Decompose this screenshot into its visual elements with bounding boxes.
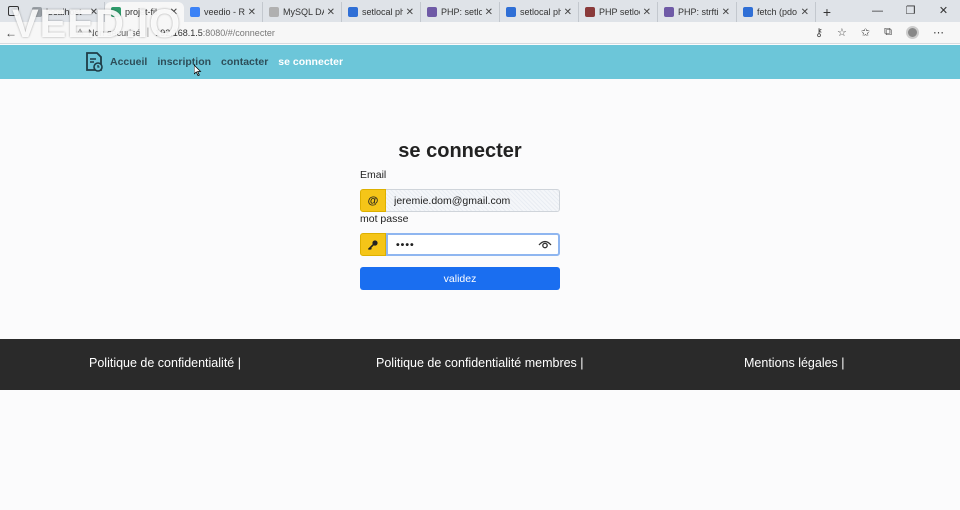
nav-link-accueil[interactable]: Accueil [110,56,147,68]
minimize-icon[interactable]: — [861,0,894,22]
tab-label: PHP: strfti [678,7,719,17]
tab-label: fetch (pdo [757,7,798,17]
tab-favicon-icon [743,7,753,17]
close-tab-icon[interactable]: ✕ [248,7,256,18]
site-navbar: Accueil inscription contacter se connect… [0,45,960,79]
password-wrapper [386,233,560,256]
url-path: :8080/#/connecter [202,27,275,38]
email-label: Email [360,169,387,181]
tab-favicon-icon [190,7,200,17]
close-tab-icon[interactable]: ✕ [90,7,98,18]
tab-favicon-icon [664,7,674,17]
collections-icon[interactable]: ⧉ [884,26,892,39]
nav-link-inscription[interactable]: inscription [157,56,211,68]
browser-tab[interactable]: PHP setloc ✕ [579,2,658,22]
browser-tab[interactable]: PHP: strfti ✕ [658,2,737,22]
tab-label: setlocal ph [362,7,403,17]
warning-icon[interactable]: ⚠ [76,27,84,38]
back-arrow-icon[interactable]: ← [0,26,22,40]
password-field[interactable] [386,233,560,256]
maximize-icon[interactable]: ❐ [894,0,927,22]
new-tab-icon[interactable]: + [816,2,838,22]
browser-tab[interactable]: MySQL DA ✕ [263,2,342,22]
close-window-icon[interactable]: ✕ [927,0,960,22]
footer-link-legal-notices[interactable]: Mentions légales | [744,356,845,370]
url-field[interactable]: 192.168.1.5:8080/#/connecter [155,28,275,38]
document-clock-logo-icon[interactable] [84,51,104,73]
close-tab-icon[interactable]: ✕ [327,7,335,18]
email-field[interactable] [386,189,560,212]
tab-label: projet-fil [125,7,158,17]
close-tab-icon[interactable]: ✕ [722,7,730,18]
footer-link-privacy[interactable]: Politique de confidentialité | [89,356,241,370]
nav-link-se-connecter[interactable]: se connecter [278,56,343,68]
window-controls: — ❐ ✕ [861,0,960,22]
footer: Politique de confidentialité | Politique… [0,339,960,390]
tab-label: localhost [46,7,82,17]
tab-favicon-icon [348,7,358,17]
profile-avatar[interactable] [906,26,919,39]
browser-tab[interactable]: setlocal ph ✕ [342,2,421,22]
email-input-group: @ [360,189,560,212]
password-input-group [360,233,560,256]
mouse-cursor-icon [194,65,202,76]
browser-tab[interactable]: setlocal ph ✕ [500,2,579,22]
tab-label: setlocal ph [520,7,561,17]
browser-tab[interactable]: veedio - Re ✕ [184,2,263,22]
close-tab-icon[interactable]: ✕ [643,7,651,18]
tab-label: PHP setloc [599,7,640,17]
close-tab-icon[interactable]: ✕ [801,7,809,18]
tab-favicon-icon [269,7,279,17]
favorite-star-icon[interactable]: ☆ [837,26,847,39]
favorites-list-icon[interactable]: ✩ [861,26,870,39]
tab-label: MySQL DA [283,7,324,17]
close-tab-icon[interactable]: ✕ [485,7,493,18]
browser-toolbar: ⚷ ☆ ✩ ⧉ ⋯ [815,26,944,39]
address-bar: ← ⚠ Non sécurisé | 192.168.1.5:8080/#/co… [0,22,960,44]
browser-tab-active[interactable]: projet-fil ✕ [105,2,184,22]
divider: | [146,27,150,38]
tab-favicon-icon [427,7,437,17]
tab-favicon-icon [506,7,516,17]
password-label: mot passe [360,213,409,225]
tab-label: PHP: setloc [441,7,482,17]
close-tab-icon[interactable]: ✕ [406,7,414,18]
close-tab-icon[interactable]: ✕ [170,7,178,18]
at-sign-icon: @ [360,189,386,212]
tab-label: veedio - Re [204,7,245,17]
key-icon[interactable]: ⚷ [815,26,823,39]
browser-tab[interactable]: fetch (pdo ✕ [737,2,816,22]
url-host: 192.168.1.5 [155,27,203,38]
browser-tab[interactable]: localhost ✕ [26,2,105,22]
tab-favicon-icon [111,7,121,17]
tab-actions-icon[interactable] [0,0,26,22]
more-menu-icon[interactable]: ⋯ [933,26,944,39]
close-tab-icon[interactable]: ✕ [564,7,572,18]
tab-favicon-icon [585,7,595,17]
key-icon [360,233,386,256]
nav-link-contacter[interactable]: contacter [221,56,268,68]
browser-tab-strip: localhost ✕ projet-fil ✕ veedio - Re ✕ M… [0,0,960,22]
submit-button[interactable]: validez [360,267,560,290]
show-password-eye-icon[interactable] [538,239,552,250]
footer-link-privacy-members[interactable]: Politique de confidentialité membres | [376,356,584,370]
tab-favicon-icon [32,7,42,17]
security-status[interactable]: Non sécurisé [88,28,141,38]
page-title: se connecter [398,140,522,162]
browser-tab[interactable]: PHP: setloc ✕ [421,2,500,22]
